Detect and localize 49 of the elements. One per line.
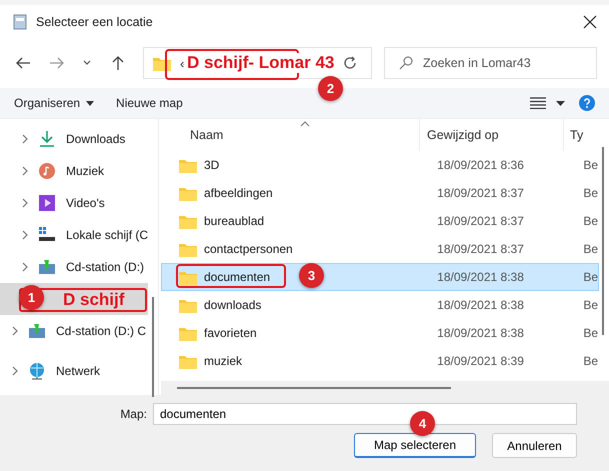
file-type: Be [582,242,598,256]
file-type: Be [582,214,598,228]
file-name: contactpersonen [204,242,293,256]
window-title: Selecteer een locatie [36,14,153,28]
file-type: Be [582,270,598,284]
file-name: documenten [204,270,270,284]
organize-button[interactable]: Organiseren [10,93,98,113]
file-row[interactable]: bureaublad 18/09/2021 8:37 Be [161,207,599,235]
modified-date: 18/09/2021 8:37 [436,186,525,200]
sidebar-item[interactable]: Lokale schijf (C [0,219,148,251]
modified-date: 18/09/2021 8:37 [436,214,525,228]
file-row[interactable]: muziek 18/09/2021 8:39 Be [161,347,599,375]
file-row[interactable]: 3D 18/09/2021 8:36 Be [161,151,599,179]
modified-date: 18/09/2021 8:38 [436,298,525,312]
sidebar-item[interactable]: Muziek [0,155,148,187]
modified-date: 18/09/2021 8:38 [436,270,525,284]
column-header[interactable]: Gewijzigd op [419,119,563,151]
cancel-button[interactable]: Annuleren [492,433,577,458]
folder-label: Map: [120,407,147,421]
search-field[interactable]: Zoeken in Lomar43 [421,55,586,71]
sidebar-item[interactable]: Netwerk [0,355,148,387]
modified-date: 18/09/2021 8:39 [436,354,525,368]
file-row[interactable]: downloads 18/09/2021 8:38 Be [161,291,599,319]
modified-date: 18/09/2021 8:37 [436,242,525,256]
sidebar-item[interactable]: Cd-station (D:) [0,251,148,283]
file-name: downloads [204,298,262,312]
file-name: favorieten [204,326,257,340]
file-name: afbeeldingen [204,186,273,200]
file-type: Be [582,158,598,172]
search-box[interactable]: Zoeken in Lomar43 [384,47,597,79]
file-row[interactable]: favorieten 18/09/2021 8:38 Be [161,319,599,347]
file-type: Be [582,298,598,312]
file-row[interactable]: afbeeldingen 18/09/2021 8:37 Be [161,179,599,207]
sidebar-item[interactable]: Video's [0,187,148,219]
new-folder-button[interactable]: Nieuwe map [112,93,187,113]
file-name: bureaublad [204,214,264,228]
file-name: muziek [204,354,242,368]
sidebar-item[interactable]: Downloads [0,123,148,155]
file-type: Be [582,354,598,368]
callout-number: 2 [318,76,343,101]
column-header[interactable]: Naam [161,119,419,151]
sidebar-item[interactable]: Cd-station (D:) C [0,315,148,347]
select-folder-button[interactable]: Map selecteren [354,433,476,458]
file-type: Be [582,326,598,340]
file-type: Be [582,186,598,200]
modified-date: 18/09/2021 8:38 [436,326,525,340]
modified-date: 18/09/2021 8:36 [436,158,525,172]
file-name: 3D [204,158,220,172]
file-row[interactable]: contactpersonen 18/09/2021 8:37 Be [161,235,599,263]
